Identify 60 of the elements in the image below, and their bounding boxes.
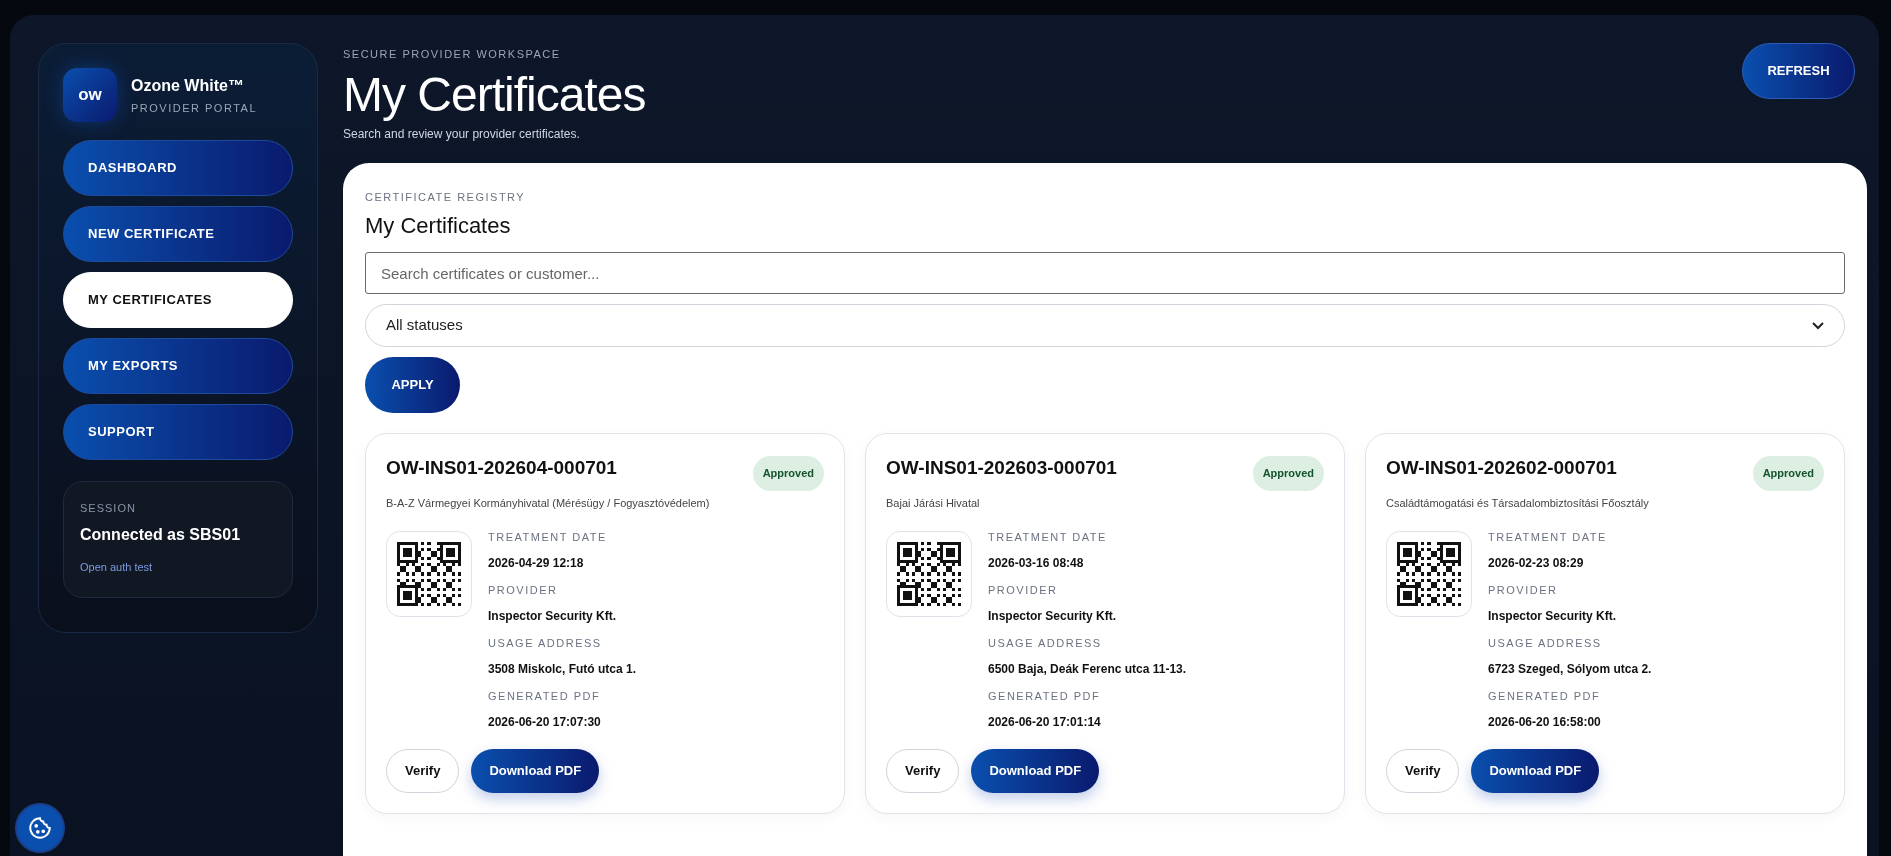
- page-title: My Certificates: [343, 66, 646, 123]
- brand-subtitle: PROVIDER PORTAL: [131, 100, 257, 116]
- customer-name: Családtámogatási és Társadalombiztosítási Főosztály: [1386, 495, 1649, 511]
- certificate-id: OW-INS01-202603-000701: [886, 456, 1117, 480]
- session-label: SESSION: [80, 501, 137, 516]
- field-label: USAGE ADDRESS: [1488, 637, 1603, 650]
- field-value: 2026-03-16 08:48: [988, 556, 1085, 571]
- field-value: 2026-06-20 17:01:14: [988, 715, 1102, 730]
- session-user: Connected as SBS01: [80, 524, 242, 545]
- field-value: 6723 Szeged, Sólyom utca 2.: [1488, 662, 1652, 677]
- logo-badge: ow: [63, 68, 117, 122]
- nav-item[interactable]: MY EXPORTS: [63, 338, 293, 394]
- status-badge: Approved: [1752, 456, 1824, 491]
- brand-name: Ozone White™: [131, 75, 245, 96]
- apply-button[interactable]: APPLY: [365, 357, 460, 413]
- field-value: Inspector Security Kft.: [488, 609, 618, 624]
- chevron-down-icon: [1812, 321, 1824, 330]
- nav-item[interactable]: SUPPORT: [63, 404, 293, 460]
- nav-item[interactable]: MY CERTIFICATES: [63, 272, 293, 328]
- download-pdf-button[interactable]: Download PDF: [1471, 749, 1600, 793]
- download-pdf-button[interactable]: Download PDF: [471, 749, 600, 793]
- field-value: Inspector Security Kft.: [988, 609, 1118, 624]
- download-pdf-button[interactable]: Download PDF: [971, 749, 1100, 793]
- field-label: PROVIDER: [988, 584, 1059, 597]
- customer-name: B-A-Z Vármegyei Kormányhivatal (Mérésügy / Fogyasztóvédelem): [386, 495, 710, 511]
- field-label: USAGE ADDRESS: [988, 637, 1103, 650]
- auth-test-link[interactable]: Open auth test: [80, 558, 276, 575]
- field-label: USAGE ADDRESS: [488, 637, 603, 650]
- field-label: TREATMENT DATE: [488, 531, 608, 544]
- field-value: Inspector Security Kft.: [1488, 609, 1618, 624]
- field-label: GENERATED PDF: [488, 690, 602, 703]
- page-subtitle: Search and review your provider certificates.: [343, 125, 581, 143]
- cookie-icon: [27, 815, 53, 841]
- nav-item[interactable]: NEW CERTIFICATE: [63, 206, 293, 262]
- field-label: PROVIDER: [488, 584, 559, 597]
- registry-eyebrow: CERTIFICATE REGISTRY: [365, 189, 527, 205]
- field-value: 2026-04-29 12:18: [488, 556, 585, 571]
- field-value: 2026-06-20 17:07:30: [488, 715, 602, 730]
- field-value: 6500 Baja, Deák Ferenc utca 11-13.: [988, 662, 1187, 677]
- field-value: 2026-02-23 08:29: [1488, 556, 1585, 571]
- refresh-button[interactable]: REFRESH: [1742, 43, 1855, 99]
- status-badge: Approved: [752, 456, 824, 491]
- certificate-id: OW-INS01-202604-000701: [386, 456, 618, 480]
- page-eyebrow: SECURE PROVIDER WORKSPACE: [343, 47, 562, 62]
- certificate-id: OW-INS01-202602-000701: [1386, 456, 1618, 480]
- field-label: TREATMENT DATE: [1488, 531, 1608, 544]
- qr-code-icon: [397, 542, 461, 606]
- status-badge: Approved: [1252, 456, 1324, 491]
- registry-title: My Certificates: [365, 212, 512, 240]
- customer-name: Bajai Járási Hivatal: [886, 495, 981, 511]
- qr-code-icon: [1397, 542, 1461, 606]
- field-label: TREATMENT DATE: [988, 531, 1108, 544]
- field-value: 3508 Miskolc, Futó utca 1.: [488, 662, 637, 677]
- field-value: 2026-06-20 16:58:00: [1488, 715, 1602, 730]
- field-label: GENERATED PDF: [988, 690, 1102, 703]
- search-field[interactable]: Search certificates or customer...: [365, 252, 1845, 294]
- nav-item[interactable]: DASHBOARD: [63, 140, 293, 196]
- field-label: GENERATED PDF: [1488, 690, 1602, 703]
- qr-code-icon: [897, 542, 961, 606]
- field-label: PROVIDER: [1488, 584, 1559, 597]
